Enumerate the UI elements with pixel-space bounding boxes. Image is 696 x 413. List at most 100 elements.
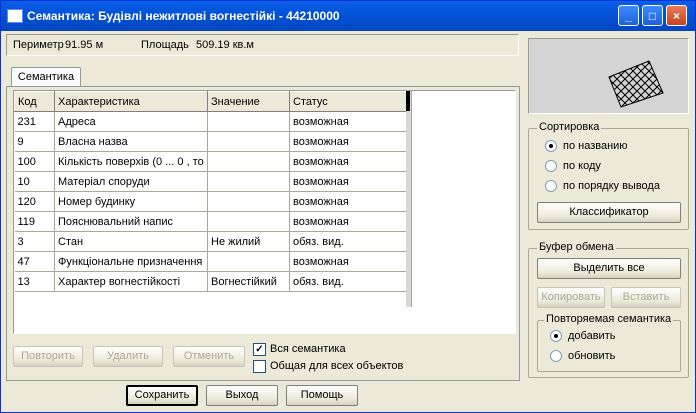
radio-dot[interactable]	[550, 330, 562, 342]
column-header-characteristic[interactable]: Характеристика	[54, 91, 208, 112]
repeat-button[interactable]: Повторить	[13, 346, 83, 367]
perimeter-label: Периметр	[13, 39, 64, 51]
undo-button[interactable]: Отменить	[173, 346, 245, 367]
column-header-status[interactable]: Статус	[289, 91, 407, 112]
cell-code: 10	[14, 171, 55, 192]
perimeter-value: 91.95 м	[65, 39, 104, 51]
cell-code: 119	[14, 211, 55, 232]
update-radio[interactable]: обновить	[550, 348, 670, 364]
cell-characteristic: Функціональне призначення	[54, 251, 208, 272]
add-label: добавить	[568, 330, 616, 342]
cell-value[interactable]	[207, 191, 290, 212]
cell-value[interactable]	[207, 251, 290, 272]
column-header-value[interactable]: Значение	[207, 91, 290, 112]
sort-by-name-radio[interactable]: по названию	[545, 138, 685, 154]
cell-status: возможная	[289, 151, 407, 172]
column-header-code[interactable]: Код	[14, 91, 55, 112]
select-all-button[interactable]: Выделить все	[537, 258, 681, 279]
table-row[interactable]: 120 Номер будинку возможная	[14, 191, 407, 212]
delete-button[interactable]: Удалить	[93, 346, 163, 367]
cell-status: возможная	[289, 171, 407, 192]
table-row[interactable]: 231 Адреса возможная	[14, 111, 407, 132]
exit-button[interactable]: Выход	[206, 385, 278, 406]
tab-semantics[interactable]: Семантика	[11, 67, 81, 87]
table-row[interactable]: 10 Матеріал споруди возможная	[14, 171, 407, 192]
cell-characteristic: Пояснювальний напис	[54, 211, 208, 232]
cell-characteristic: Кількість поверхів (0 ... 0 , то	[54, 151, 208, 172]
common-for-all-checkbox[interactable]: Общая для всех объектов	[253, 358, 453, 374]
table-row[interactable]: 100 Кількість поверхів (0 ... 0 , то возмо…	[14, 151, 407, 172]
cell-characteristic: Стан	[54, 231, 208, 252]
all-semantics-checkbox[interactable]: ✓ Вся семантика	[253, 341, 453, 357]
cell-status: обяз. вид.	[289, 271, 407, 292]
repeat-semantics-title: Повторяемая семантика	[544, 313, 674, 325]
cell-code: 120	[14, 191, 55, 212]
minimize-button[interactable]: _	[618, 5, 639, 26]
semantics-table: Код Характеристика Значение Статус 231 Ад…	[14, 91, 407, 292]
update-label: обновить	[568, 350, 616, 362]
close-button[interactable]: ×	[666, 5, 687, 26]
table-right-edge	[406, 91, 412, 307]
cell-characteristic: Номер будинку	[54, 191, 208, 212]
semantics-table-frame: Код Характеристика Значение Статус 231 Ад…	[13, 90, 516, 334]
sort-group: Сортировка по названию по коду по порядк…	[528, 121, 689, 230]
cell-status: возможная	[289, 111, 407, 132]
column-resize-handle[interactable]	[406, 91, 410, 111]
info-bar: Периметр 91.95 м Площадь 509.19 кв.м	[6, 34, 519, 56]
area-value: 509.19 кв.м	[196, 39, 254, 51]
cell-value[interactable]	[207, 131, 290, 152]
cell-value[interactable]	[207, 171, 290, 192]
radio-dot[interactable]	[545, 140, 557, 152]
table-row[interactable]: 119 Пояснювальний напис возможная	[14, 211, 407, 232]
sort-group-title: Сортировка	[537, 121, 602, 133]
cell-status: возможная	[289, 131, 407, 152]
tab-panel: Код Характеристика Значение Статус 231 Ад…	[6, 86, 520, 381]
cell-status: возможная	[289, 211, 407, 232]
table-row[interactable]: 13 Характер вогнестійкості Вогнестійкий обя…	[14, 271, 407, 292]
sort-by-order-radio[interactable]: по порядку вывода	[545, 178, 685, 194]
cell-code: 9	[14, 131, 55, 152]
radio-dot[interactable]	[550, 350, 562, 362]
checkbox-box[interactable]: ✓	[253, 343, 266, 356]
save-button[interactable]: Сохранить	[126, 385, 198, 406]
table-row[interactable]: 3 Стан Не жилий обяз. вид.	[14, 231, 407, 252]
cell-value[interactable]	[207, 211, 290, 232]
cell-code: 47	[14, 251, 55, 272]
cell-status: обяз. вид.	[289, 231, 407, 252]
radio-dot[interactable]	[545, 180, 557, 192]
app-icon	[7, 9, 23, 23]
classifier-button[interactable]: Классификатор	[537, 202, 681, 223]
all-semantics-label: Вся семантика	[270, 343, 346, 355]
table-row[interactable]: 9 Власна назва возможная	[14, 131, 407, 152]
sort-by-order-label: по порядку вывода	[563, 180, 660, 192]
maximize-button[interactable]: □	[642, 5, 663, 26]
sort-by-code-label: по коду	[563, 160, 601, 172]
cell-value[interactable]: Вогнестійкий	[207, 271, 290, 292]
cell-value[interactable]: Не жилий	[207, 231, 290, 252]
checkbox-box[interactable]	[253, 360, 266, 373]
area-label: Площадь	[141, 39, 189, 51]
sort-by-name-label: по названию	[563, 140, 628, 152]
add-radio[interactable]: добавить	[550, 328, 670, 344]
cell-code: 3	[14, 231, 55, 252]
object-shape-preview	[608, 60, 664, 108]
cell-characteristic: Характер вогнестійкості	[54, 271, 208, 292]
cell-value[interactable]	[207, 111, 290, 132]
help-button[interactable]: Помощь	[286, 385, 358, 406]
sort-by-code-radio[interactable]: по коду	[545, 158, 685, 174]
cell-characteristic: Матеріал споруди	[54, 171, 208, 192]
paste-button[interactable]: Вставить	[611, 287, 681, 308]
cell-value[interactable]	[207, 151, 290, 172]
cell-code: 100	[14, 151, 55, 172]
cell-status: возможная	[289, 191, 407, 212]
radio-dot[interactable]	[545, 160, 557, 172]
table-row[interactable]: 47 Функціональне призначення возможная	[14, 251, 407, 272]
copy-button[interactable]: Копировать	[537, 287, 605, 308]
semantics-dialog: Семантика: Будівлі нежитлові вогнестійкі…	[0, 0, 696, 413]
clipboard-group: Буфер обмена Выделить все Копировать Вст…	[528, 241, 689, 378]
table-header-row: Код Характеристика Значение Статус	[14, 91, 407, 112]
title-bar[interactable]: Семантика: Будівлі нежитлові вогнестійкі…	[1, 1, 695, 31]
cell-characteristic: Адреса	[54, 111, 208, 132]
object-preview	[528, 38, 689, 114]
cell-code: 231	[14, 111, 55, 132]
